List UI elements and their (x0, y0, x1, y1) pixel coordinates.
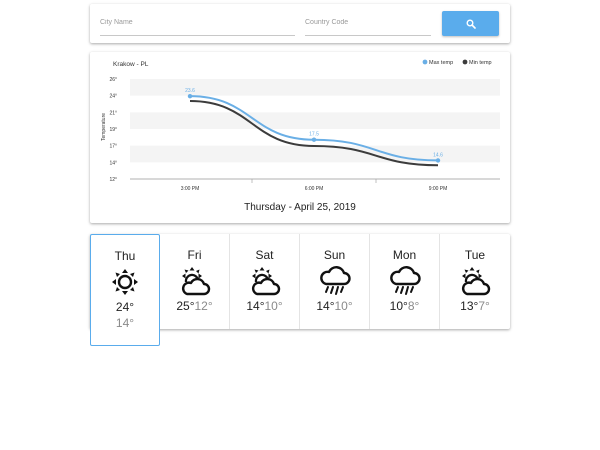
grid-band (130, 112, 500, 129)
x-tick-label: 9:00 PM (429, 186, 448, 192)
forecast-min-temp: 12° (194, 299, 213, 313)
forecast-day-tue[interactable]: Tue 13°7° (440, 234, 510, 329)
forecast-day-name: Fri (187, 248, 202, 262)
chart-title: Krakow - PL (113, 61, 149, 68)
forecast-strip: Thu 24° 14° Fri 25°12° Sat 14°10° Sun 14°10° Mon 1… (90, 234, 510, 346)
y-tick-label: 19° (109, 127, 117, 133)
y-tick-label: 17° (109, 144, 117, 150)
partly-cloudy-icon (181, 267, 210, 296)
forecast-temps: 13°7° (440, 299, 510, 313)
x-tick-label: 3:00 PM (181, 186, 200, 192)
legend-label[interactable]: Min temp (469, 60, 492, 66)
sun-icon (112, 269, 138, 295)
rain-cloud-icon (389, 266, 421, 295)
y-tick-label: 26° (109, 77, 117, 83)
forecast-min-temp: 8° (407, 299, 420, 313)
x-axis-ticks: 3:00 PM 6:00 PM 9:00 PM (181, 186, 448, 192)
temperature-chart: Krakow - PL Temperature 26° 24° 21° 19° 17° 1… (101, 59, 500, 192)
data-label: 17.5 (309, 132, 319, 138)
forecast-max-temp: 14° (246, 299, 265, 313)
y-tick-label: 14° (109, 160, 117, 166)
legend-marker (422, 59, 428, 65)
forecast-min-temp: 10° (334, 299, 353, 313)
forecast-min-temp: 10° (264, 299, 283, 313)
data-label: 23.6 (185, 88, 195, 94)
forecast-min-temp: 7° (478, 299, 490, 313)
country-code-input[interactable] (305, 11, 431, 34)
country-field (305, 11, 431, 36)
city-name-input[interactable] (100, 11, 295, 34)
temperature-chart-card: Krakow - PL Temperature 26° 24° 21° 19° 17° 1… (90, 52, 510, 223)
forecast-day-sat[interactable]: Sat 14°10° (230, 234, 300, 329)
data-point[interactable] (187, 93, 193, 99)
forecast-max-temp: 24° (115, 300, 135, 314)
y-axis-title: Temperature (101, 113, 107, 141)
partly-cloudy-icon (461, 267, 491, 296)
data-label: 14.6 (433, 152, 443, 158)
forecast-day-fri[interactable]: Fri 25°12° (160, 234, 230, 329)
forecast-max-temp: 25° (176, 299, 195, 313)
x-tick-label: 6:00 PM (305, 186, 324, 192)
rain-cloud-icon (319, 266, 351, 295)
forecast-max-temp: 13° (460, 299, 479, 313)
forecast-day-name: Tue (464, 248, 486, 262)
forecast-day-mon[interactable]: Mon 10°8° (370, 234, 440, 329)
city-field (100, 11, 295, 36)
search-button[interactable] (442, 11, 499, 36)
y-axis-ticks: 26° 24° 21° 19° 17° 14° 12° (109, 77, 117, 183)
legend-marker (462, 59, 468, 65)
search-card (90, 4, 510, 43)
forecast-day-sun[interactable]: Sun 14°10° (300, 234, 370, 329)
forecast-temps: 14°10° (230, 299, 299, 313)
forecast-max-temp: 14° (316, 299, 335, 313)
search-icon (466, 19, 476, 29)
forecast-day-name: Sun (323, 248, 346, 262)
forecast-min-temp: 14° (115, 316, 135, 330)
forecast-day-name: Sat (255, 248, 274, 262)
grid-band (130, 145, 500, 163)
partly-cloudy-icon (251, 267, 280, 296)
chart-legend: Max temp Min temp (422, 59, 492, 66)
forecast-temps: 25°12° (160, 299, 229, 313)
forecast-day-thu[interactable]: Thu 24° 14° (90, 234, 160, 346)
y-tick-label: 12° (109, 177, 117, 183)
forecast-max-temp: 10° (389, 299, 408, 313)
data-point[interactable] (311, 137, 317, 142)
forecast-day-name: Mon (392, 248, 417, 262)
forecast-temps: 10°8° (370, 299, 439, 313)
y-tick-label: 21° (109, 110, 117, 116)
selected-date-label: Thursday - April 25, 2019 (244, 202, 356, 213)
forecast-temps: 14°10° (300, 299, 369, 313)
y-tick-label: 24° (109, 94, 117, 100)
legend-label[interactable]: Max temp (429, 60, 453, 66)
data-point[interactable] (435, 158, 441, 163)
forecast-day-name: Thu (114, 249, 136, 263)
